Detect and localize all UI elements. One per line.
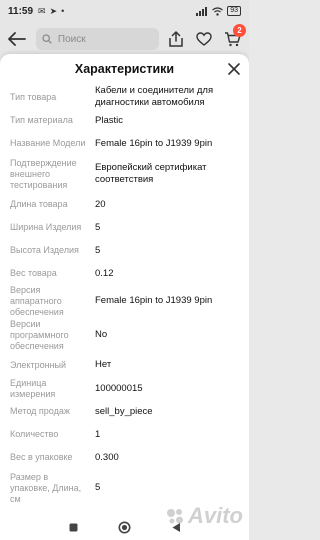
search-placeholder: Поиск: [57, 33, 86, 45]
back-nav-button[interactable]: [171, 522, 181, 533]
row-value: 0.12: [95, 267, 114, 279]
circle-icon: [118, 521, 130, 533]
row-value: Plastic: [95, 114, 123, 126]
arrow-left-icon: [8, 32, 26, 46]
heart-icon: [196, 32, 212, 46]
wifi-icon: [212, 6, 224, 16]
list-item: Высота Изделия 5: [10, 239, 249, 262]
list-item: Версии программного обеспечения No: [10, 317, 249, 353]
row-label: Подтверждение внешнего тестирования: [10, 157, 77, 190]
telegram-icon: ➤: [49, 5, 58, 16]
list-item: Тип материала Plastic: [10, 109, 249, 132]
status-bar: 11:59 ✉ ➤ • 93: [0, 0, 249, 22]
list-item: Длина товара 20: [10, 193, 249, 216]
search-icon: [42, 34, 52, 44]
list-item: Количество 1: [10, 423, 249, 446]
row-value: 0.300: [95, 451, 119, 463]
sheet-header: Характеристики: [0, 54, 249, 84]
row-value: 5: [95, 482, 101, 493]
screen: 11:59 ✉ ➤ • 93 Поиск 2 Характеристики Ти…: [0, 0, 249, 540]
recents-button[interactable]: [69, 523, 78, 532]
row-value: 5: [95, 244, 101, 256]
row-label: Версии программного обеспечения: [10, 318, 69, 351]
close-icon[interactable]: [227, 62, 241, 76]
row-label: Метод продаж: [10, 406, 70, 416]
row-value: sell_by_piece: [95, 405, 153, 417]
row-label: Версия аппаратного обеспечения: [10, 284, 64, 317]
row-label: Единица измерения: [10, 377, 56, 399]
row-label: Тип товара: [10, 91, 57, 102]
app-header: Поиск 2: [0, 22, 249, 56]
home-button[interactable]: [118, 521, 131, 534]
list-item: Название Модели Female 16pin to J1939 9p…: [10, 132, 249, 155]
row-label: Количество: [10, 429, 59, 439]
row-value: 1: [95, 428, 101, 440]
row-value: Female 16pin to J1939 9pin: [95, 295, 213, 306]
cart-badge: 2: [233, 24, 246, 37]
battery-indicator: 93: [227, 6, 241, 16]
row-label: Электронный: [10, 359, 67, 370]
system-nav-bar: [0, 514, 249, 540]
row-label: Высота Изделия: [10, 245, 79, 255]
list-item: Единица измерения 100000015: [10, 377, 249, 400]
mail-icon: ✉: [38, 5, 46, 16]
list-item: Версия аппаратного обеспечения Female 16…: [10, 285, 249, 317]
list-item: Тип товара Кабели и соединители для диаг…: [10, 85, 249, 109]
row-label: Ширина Изделия: [10, 222, 82, 232]
row-label: Тип материала: [10, 115, 73, 125]
row-label: Вес товара: [10, 268, 57, 278]
row-value: 5: [95, 221, 101, 233]
list-item: Ширина Изделия 5: [10, 216, 249, 239]
list-item: Метод продаж sell_by_piece: [10, 400, 249, 423]
favorite-button[interactable]: [193, 28, 215, 50]
back-button[interactable]: [6, 28, 28, 50]
row-label: Вес в упаковке: [10, 452, 73, 462]
square-icon: [69, 523, 77, 531]
row-value: Female 16pin to J1939 9pin: [95, 137, 213, 149]
row-value: 100000015: [95, 382, 143, 394]
list-item: Вес товара 0.12: [10, 262, 249, 285]
sheet-title: Характеристики: [74, 62, 175, 76]
share-icon: [169, 31, 184, 47]
row-label: Размер в упаковке, Длина, см: [10, 471, 82, 504]
search-input[interactable]: Поиск: [35, 28, 160, 50]
notification-icons: ✉ ➤ •: [38, 6, 64, 17]
row-label: Название Модели: [10, 138, 86, 148]
row-value: 20: [95, 198, 106, 210]
row-value: Европейский сертификат соответствия: [95, 162, 207, 185]
row-value: Нет: [95, 359, 112, 370]
characteristics-list: Тип товара Кабели и соединители для диаг…: [0, 85, 249, 507]
row-value: Кабели и соединители для диагностики авт…: [95, 85, 214, 108]
row-label: Длина товара: [10, 199, 68, 209]
list-item: Электронный Нет: [10, 353, 249, 377]
cart-button[interactable]: 2: [221, 24, 246, 50]
status-time: 11:59: [8, 5, 34, 17]
list-item: Подтверждение внешнего тестирования Евро…: [10, 155, 249, 193]
more-notifications-icon: •: [61, 5, 65, 16]
characteristics-sheet: Характеристики Тип товара Кабели и соеди…: [0, 54, 249, 514]
status-right: 93: [196, 6, 241, 16]
list-item: Размер в упаковке, Длина, см 5: [10, 469, 249, 507]
list-item: Вес в упаковке 0.300: [10, 446, 249, 469]
share-button[interactable]: [165, 28, 187, 50]
triangle-back-icon: [172, 522, 180, 532]
signal-icon: [196, 6, 208, 16]
row-value: No: [95, 329, 108, 340]
